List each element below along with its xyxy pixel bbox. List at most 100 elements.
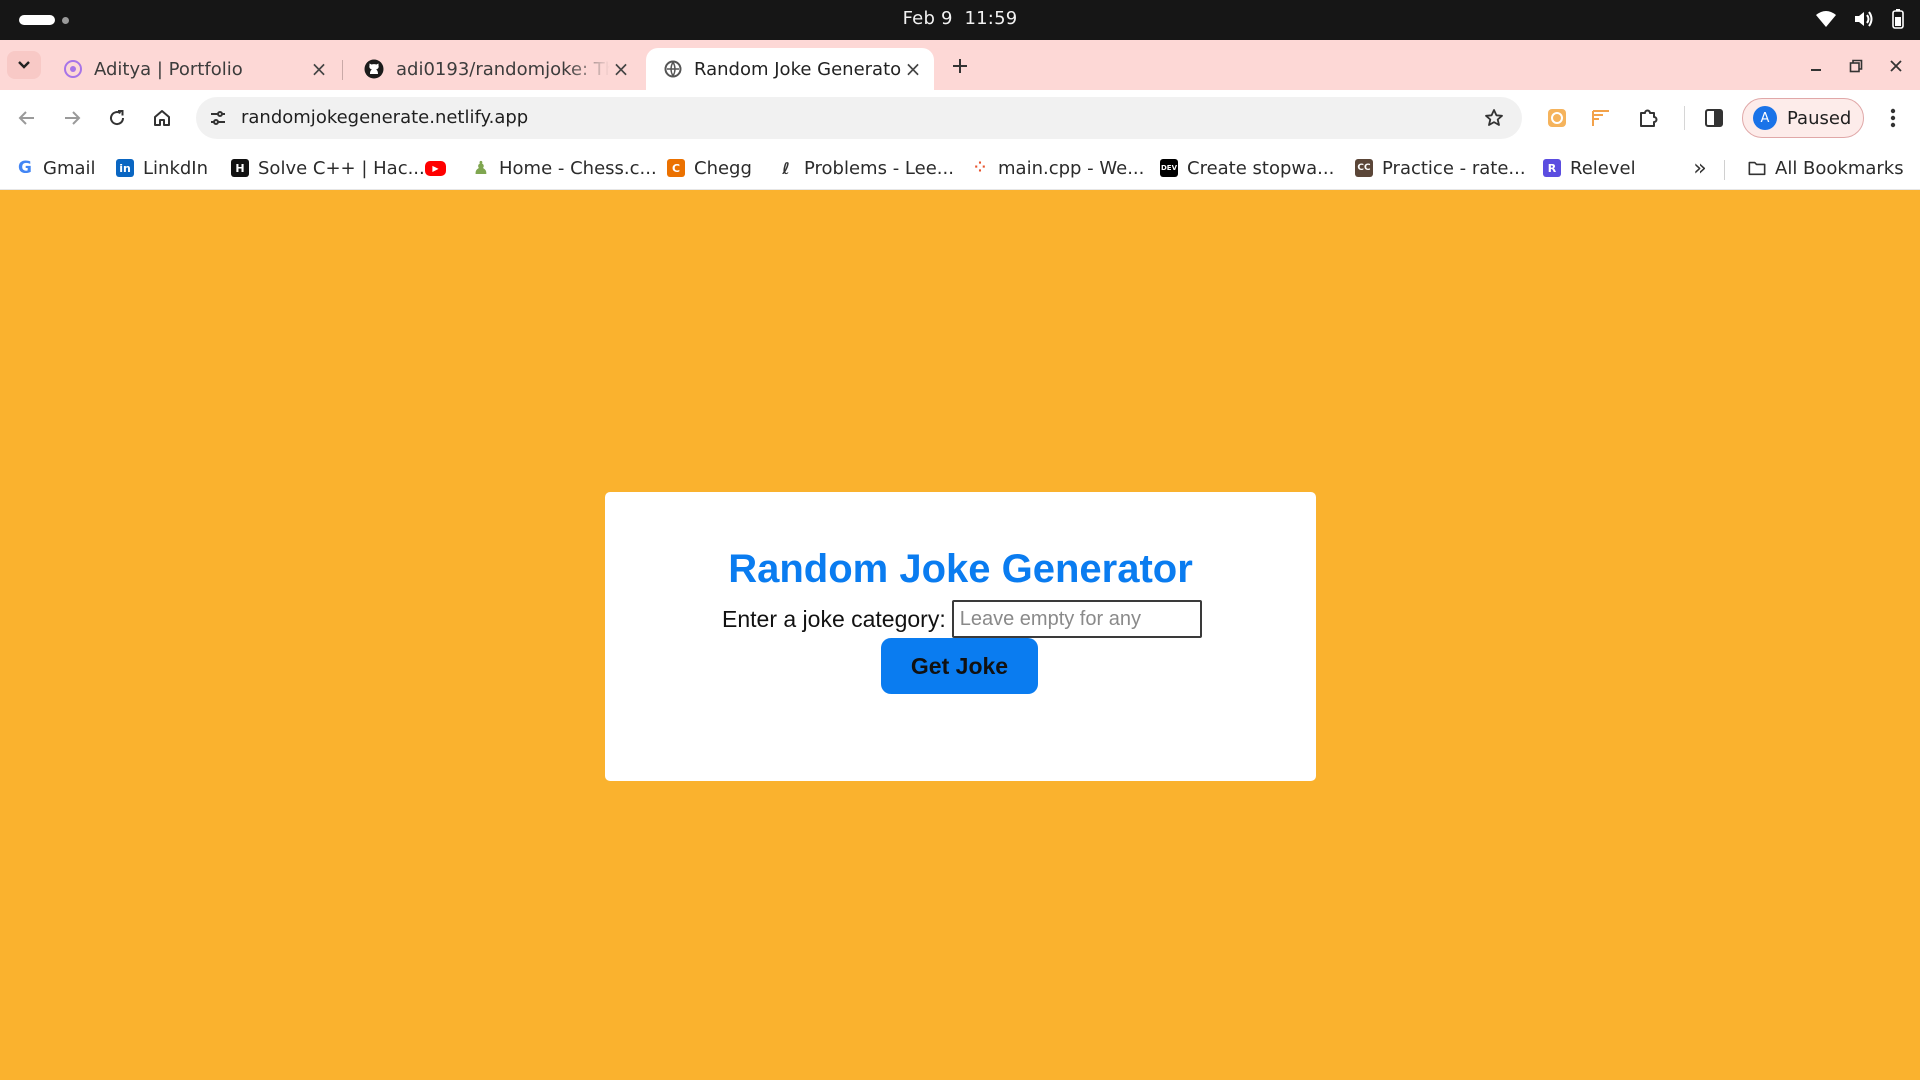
tab-portfolio[interactable]: Aditya | Portfolio × bbox=[46, 48, 340, 90]
globe-favicon-icon bbox=[664, 60, 682, 78]
tab-random-joke-generator[interactable]: Random Joke Generator × bbox=[646, 48, 934, 90]
bookmark-main-cpp[interactable]: ⁘ main.cpp - We... bbox=[971, 154, 1144, 182]
bookmark-label: Create stopwa... bbox=[1187, 157, 1335, 179]
extension-orange-icon bbox=[1548, 109, 1566, 127]
site-info-button[interactable] bbox=[206, 106, 230, 130]
os-top-bar: Feb 9 11:59 bbox=[0, 0, 1920, 40]
bookmark-label: Practice - rate... bbox=[1382, 157, 1526, 179]
profile-status: Paused bbox=[1787, 107, 1852, 129]
restore-button[interactable] bbox=[1843, 53, 1869, 79]
bookmark-chegg[interactable]: C Chegg bbox=[667, 154, 752, 182]
chess-pawn-icon: ♟ bbox=[472, 157, 490, 179]
home-button[interactable] bbox=[146, 102, 178, 134]
close-tab-icon[interactable]: × bbox=[610, 57, 632, 81]
bookmark-chess[interactable]: ♟ Home - Chess.c... bbox=[472, 154, 657, 182]
tab-title: Random Joke Generator bbox=[694, 58, 902, 80]
back-arrow-icon bbox=[18, 111, 34, 125]
browser-menu-button[interactable] bbox=[1879, 104, 1907, 132]
all-bookmarks-label: All Bookmarks bbox=[1775, 157, 1904, 179]
hackerrank-icon: H bbox=[231, 159, 249, 177]
extension-button-2[interactable] bbox=[1587, 104, 1615, 132]
bookmark-hackerrank[interactable]: H Solve C++ | Hac... bbox=[231, 154, 425, 182]
bookmarks-divider bbox=[1724, 160, 1725, 180]
forward-button[interactable] bbox=[56, 102, 88, 134]
reload-button[interactable] bbox=[101, 102, 133, 134]
side-panel-button[interactable] bbox=[1700, 104, 1728, 132]
bookmark-label: LinkdIn bbox=[143, 157, 209, 179]
category-label: Enter a joke category: bbox=[722, 605, 946, 632]
bookmark-dev[interactable]: DEV Create stopwa... bbox=[1160, 154, 1334, 182]
bookmark-label: Relevel bbox=[1570, 157, 1636, 179]
webcompiler-icon: ⁘ bbox=[974, 160, 986, 176]
volume-icon bbox=[1855, 11, 1873, 27]
bookmark-label: Problems - Lee... bbox=[804, 157, 954, 179]
bookmark-leetcode[interactable]: ℓ Problems - Lee... bbox=[777, 154, 954, 182]
reload-icon bbox=[110, 110, 125, 126]
page-title: Random Joke Generator bbox=[728, 547, 1193, 591]
minimize-icon bbox=[1811, 69, 1821, 71]
os-clock[interactable]: Feb 9 11:59 bbox=[0, 0, 1920, 40]
tab-title: Aditya | Portfolio bbox=[94, 58, 243, 80]
chevron-down-icon bbox=[18, 61, 30, 69]
tab-search-button[interactable] bbox=[7, 51, 41, 79]
get-joke-button[interactable]: Get Joke bbox=[881, 638, 1038, 694]
extension-button-1[interactable] bbox=[1543, 104, 1571, 132]
battery-icon bbox=[1892, 9, 1904, 29]
new-tab-button[interactable] bbox=[946, 52, 974, 80]
star-icon bbox=[1485, 109, 1503, 126]
bookmark-label: Solve C++ | Hac... bbox=[258, 157, 425, 179]
youtube-icon: ▶ bbox=[425, 160, 446, 176]
portfolio-favicon-icon bbox=[64, 60, 82, 78]
category-form-row: Enter a joke category: bbox=[722, 600, 1202, 638]
close-icon bbox=[1890, 60, 1902, 72]
tab-title: adi0193/randomjoke: Th bbox=[396, 58, 610, 80]
profile-button[interactable]: A Paused bbox=[1742, 98, 1864, 138]
category-input[interactable] bbox=[951, 600, 1202, 638]
bookmark-star-button[interactable] bbox=[1482, 106, 1506, 130]
close-window-button[interactable] bbox=[1883, 53, 1909, 79]
forward-arrow-icon bbox=[65, 111, 81, 125]
bookmark-label: Home - Chess.c... bbox=[499, 157, 657, 179]
chegg-icon: C bbox=[667, 159, 685, 177]
bookmark-label: Chegg bbox=[694, 157, 752, 179]
github-favicon-icon bbox=[364, 59, 384, 79]
bookmark-linkedin[interactable]: in LinkdIn bbox=[116, 154, 208, 182]
close-tab-icon[interactable]: × bbox=[308, 57, 330, 81]
bookmark-label: main.cpp - We... bbox=[998, 157, 1145, 179]
system-tray[interactable] bbox=[1816, 9, 1904, 29]
leetcode-icon: ℓ bbox=[782, 158, 790, 178]
codechef-icon: CC bbox=[1355, 159, 1373, 177]
dev-icon: DEV bbox=[1160, 159, 1178, 177]
bookmarks-bar: G Gmail in LinkdIn H Solve C++ | Hac... … bbox=[0, 146, 1920, 190]
tab-strip: Aditya | Portfolio × adi0193/randomjoke:… bbox=[0, 40, 1920, 90]
extension-flag-icon bbox=[1592, 110, 1609, 126]
linkedin-icon: in bbox=[116, 159, 134, 177]
avatar: A bbox=[1753, 106, 1777, 130]
address-bar[interactable]: randomjokegenerate.netlify.app bbox=[196, 97, 1522, 139]
bookmark-practice[interactable]: CC Practice - rate... bbox=[1355, 154, 1526, 182]
google-icon: G bbox=[18, 158, 32, 178]
close-tab-icon[interactable]: × bbox=[902, 57, 924, 81]
back-button[interactable] bbox=[11, 102, 43, 134]
more-vert-icon bbox=[1890, 108, 1896, 128]
tab-separator bbox=[342, 60, 343, 80]
side-panel-icon bbox=[1705, 109, 1723, 127]
url-text[interactable]: randomjokegenerate.netlify.app bbox=[241, 97, 528, 139]
restore-icon bbox=[1849, 59, 1863, 73]
tab-github[interactable]: adi0193/randomjoke: Th × bbox=[346, 48, 642, 90]
home-icon bbox=[154, 110, 170, 126]
bookmark-relevel[interactable]: R Relevel bbox=[1543, 154, 1636, 182]
plus-icon bbox=[953, 59, 967, 73]
double-chevron-right-icon: » bbox=[1693, 155, 1707, 181]
minimize-button[interactable] bbox=[1803, 53, 1829, 79]
puzzle-icon bbox=[1640, 109, 1658, 127]
bookmark-gmail[interactable]: G Gmail bbox=[16, 154, 96, 182]
bookmarks-overflow-button[interactable]: » bbox=[1686, 154, 1714, 182]
all-bookmarks-button[interactable]: All Bookmarks bbox=[1748, 154, 1904, 182]
tune-icon bbox=[211, 111, 225, 125]
bookmark-label: Gmail bbox=[43, 157, 96, 179]
os-time: 11:59 bbox=[964, 8, 1018, 29]
extensions-button[interactable] bbox=[1634, 104, 1662, 132]
bookmark-youtube[interactable]: ▶ bbox=[425, 154, 455, 182]
wifi-icon bbox=[1816, 11, 1836, 27]
